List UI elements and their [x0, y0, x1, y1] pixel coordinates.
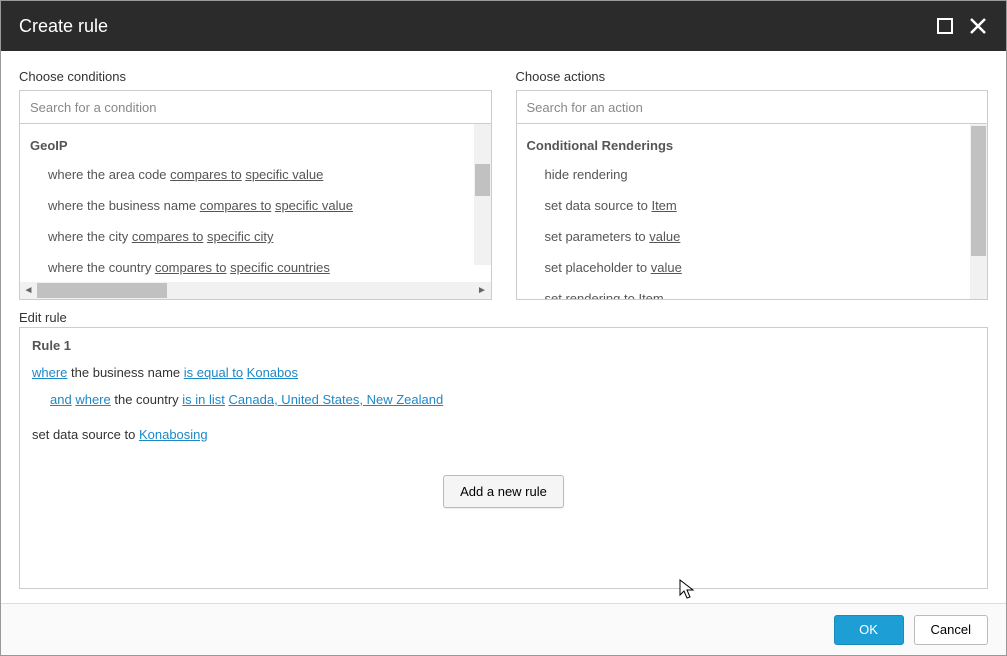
hscroll-right-arrow[interactable]: ►: [474, 282, 491, 299]
dialog-title: Create rule: [19, 16, 108, 37]
cancel-button[interactable]: Cancel: [914, 615, 988, 645]
rule-where-link[interactable]: where: [32, 365, 67, 380]
action-item[interactable]: set rendering to Item: [517, 283, 988, 299]
conditions-list: GeoIP where the area code compares to sp…: [19, 124, 492, 300]
titlebar: Create rule: [1, 1, 1006, 51]
actions-list: Conditional Renderings hide rendering se…: [516, 124, 989, 300]
actions-search-input[interactable]: [516, 90, 989, 124]
columns: Choose conditions GeoIP where the area c…: [19, 69, 988, 300]
condition-item[interactable]: where the area code compares to specific…: [20, 159, 491, 190]
conditions-vscrollbar[interactable]: [474, 124, 491, 265]
conditions-search-input[interactable]: [19, 90, 492, 124]
hscroll-left-arrow[interactable]: ◄: [20, 282, 37, 299]
action-item[interactable]: hide rendering: [517, 159, 988, 190]
actions-column: Choose actions Conditional Renderings hi…: [516, 69, 989, 300]
conditions-hscrollbar[interactable]: ◄ ►: [20, 282, 491, 299]
hscroll-thumb[interactable]: [37, 283, 167, 298]
condition-operator-link[interactable]: compares to: [132, 229, 204, 244]
condition-item[interactable]: where the city compares to specific city: [20, 221, 491, 252]
maximize-icon[interactable]: [936, 17, 954, 35]
add-new-rule-button[interactable]: Add a new rule: [443, 475, 564, 508]
rule-value-link[interactable]: Konabos: [247, 365, 298, 380]
condition-item[interactable]: where the country compares to specific c…: [20, 252, 491, 282]
condition-param-link[interactable]: specific countries: [230, 260, 330, 275]
rule-and-link[interactable]: and: [50, 392, 72, 407]
action-param-link[interactable]: Item: [638, 291, 663, 299]
actions-group-header: Conditional Renderings: [517, 132, 988, 159]
conditions-column: Choose conditions GeoIP where the area c…: [19, 69, 492, 300]
rule-condition-line: where the business name is equal to Kona…: [32, 363, 975, 384]
action-param-link[interactable]: Item: [651, 198, 676, 213]
dialog-footer: OK Cancel: [1, 603, 1006, 655]
rule-operator-link[interactable]: is in list: [182, 392, 225, 407]
condition-item[interactable]: where the business name compares to spec…: [20, 190, 491, 221]
conditions-label: Choose conditions: [19, 69, 492, 84]
condition-operator-link[interactable]: compares to: [200, 198, 272, 213]
ok-button[interactable]: OK: [834, 615, 904, 645]
edit-rule-panel: Rule 1 where the business name is equal …: [19, 327, 988, 589]
conditions-group-header: GeoIP: [20, 132, 491, 159]
actions-list-inner: Conditional Renderings hide rendering se…: [517, 124, 988, 299]
condition-param-link[interactable]: specific value: [245, 167, 323, 182]
condition-operator-link[interactable]: compares to: [155, 260, 227, 275]
condition-operator-link[interactable]: compares to: [170, 167, 242, 182]
conditions-list-inner: GeoIP where the area code compares to sp…: [20, 124, 491, 282]
rule-where-link[interactable]: where: [75, 392, 110, 407]
vscroll-thumb[interactable]: [475, 164, 490, 196]
vscroll-thumb[interactable]: [971, 126, 986, 256]
action-item[interactable]: set data source to Item: [517, 190, 988, 221]
edit-rule-label: Edit rule: [19, 310, 988, 325]
rule-title: Rule 1: [32, 338, 975, 353]
condition-param-link[interactable]: specific value: [275, 198, 353, 213]
rule-action-value-link[interactable]: Konabosing: [139, 427, 208, 442]
rule-operator-link[interactable]: is equal to: [184, 365, 243, 380]
rule-action-line: set data source to Konabosing: [32, 425, 975, 446]
action-item[interactable]: set parameters to value: [517, 221, 988, 252]
add-rule-wrap: Add a new rule: [32, 475, 975, 508]
dialog-content: Choose conditions GeoIP where the area c…: [1, 51, 1006, 603]
action-item[interactable]: set placeholder to value: [517, 252, 988, 283]
window-controls: [936, 16, 988, 36]
action-param-link[interactable]: value: [651, 260, 682, 275]
create-rule-dialog: Create rule Choose conditions GeoIP wher…: [0, 0, 1007, 656]
actions-vscrollbar[interactable]: [970, 124, 987, 299]
action-param-link[interactable]: value: [649, 229, 680, 244]
actions-label: Choose actions: [516, 69, 989, 84]
close-icon[interactable]: [968, 16, 988, 36]
condition-param-link[interactable]: specific city: [207, 229, 273, 244]
rule-value-link[interactable]: Canada, United States, New Zealand: [229, 392, 444, 407]
rule-condition-line: and where the country is in list Canada,…: [50, 390, 975, 411]
